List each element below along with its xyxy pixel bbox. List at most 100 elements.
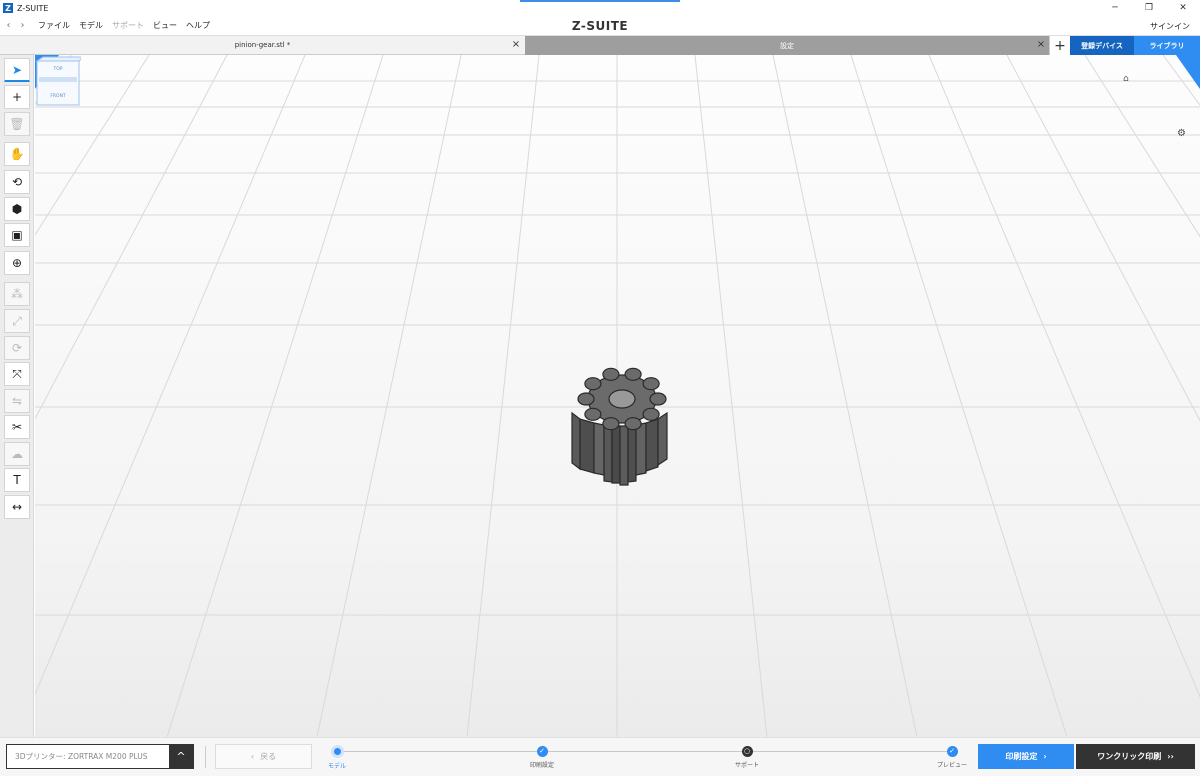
left-toolbar: ➤ + 🗑 ✋ ⟲ ⬢ ▣ ⊕ ⁂ ⤢ ⟳ ⤧ ⇋ ✂ ☁ T ↔ (0, 55, 34, 737)
cube-icon: ⬢ (11, 202, 23, 216)
back-label: 戻る (260, 752, 277, 761)
scissors-icon: ✂ (11, 420, 23, 434)
printer-selector[interactable]: 3Dプリンター: ZORTRAX M200 PLUS ^ (6, 744, 194, 769)
tab-file[interactable]: pinion-gear.stl * × (0, 36, 525, 55)
printer-label: 3Dプリンター: ZORTRAX M200 PLUS (15, 752, 148, 761)
menu-support[interactable]: サポート (112, 20, 144, 31)
gear-tooth (642, 407, 660, 421)
cube-top-label: TOP (52, 66, 62, 72)
trash-icon: 🗑 (9, 117, 25, 131)
support-step-icon: ○ (741, 746, 753, 757)
brand-logo: Z-SUITE (571, 19, 629, 33)
view-cube-tool[interactable]: ⬢ (4, 197, 30, 221)
view-cube[interactable]: TOP FRONT (35, 55, 81, 109)
step-model[interactable]: モデル (297, 738, 377, 770)
rotate-icon: ⟲ (11, 175, 23, 189)
delete-tool[interactable]: 🗑 (4, 112, 30, 136)
gear-tooth (642, 377, 660, 391)
step-support-label: サポート (734, 762, 759, 769)
close-button[interactable]: ✕ (1166, 0, 1200, 16)
menu-bar: ‹ › ファイル モデル サポート ビュー ヘルプ Z-SUITE サインイン (0, 16, 1200, 36)
step-print-settings[interactable]: ✓ 印刷設定 (502, 738, 582, 769)
measure-tool[interactable]: ↔ (4, 495, 30, 519)
move-icon: ⁂ (11, 287, 23, 301)
zoom-tool[interactable]: ⊕ (4, 251, 30, 275)
view-settings-gear-icon[interactable]: ⚙ (1177, 128, 1186, 139)
mirror-tool[interactable]: ⇋ (4, 389, 30, 413)
menu-file[interactable]: ファイル (38, 20, 70, 31)
bottom-bar: 3Dプリンター: ZORTRAX M200 PLUS ^ ‹ 戻る モデル ✓ … (0, 737, 1200, 776)
select-tool[interactable]: ➤ (4, 58, 30, 82)
add-tab-button[interactable]: + (1049, 36, 1070, 55)
window-title: Z-SUITE (17, 3, 49, 13)
back-arrow-icon[interactable]: ‹ (2, 20, 15, 31)
tab-settings-label: 設定 (780, 42, 794, 50)
rotate-view-tool[interactable]: ⟲ (4, 170, 30, 194)
chevron-right-icon: › (1043, 752, 1047, 761)
app-logo-icon: Z (3, 3, 13, 13)
gear-tooth (624, 367, 642, 381)
restore-button[interactable]: ❐ (1132, 0, 1166, 16)
camera-icon: ▣ (11, 228, 23, 242)
one-click-print-button[interactable]: ワンクリック印刷 ›› (1076, 744, 1195, 769)
title-accent-bar (520, 0, 680, 2)
gear-tooth (649, 392, 667, 406)
repair-tool[interactable]: ☁ (4, 442, 30, 466)
chevron-up-icon[interactable]: ^ (169, 745, 193, 768)
menu-help[interactable]: ヘルプ (186, 20, 210, 31)
tab-settings-close-icon[interactable]: × (1035, 39, 1047, 50)
divider (205, 746, 206, 768)
registered-devices-button[interactable]: 登録デバイス (1070, 36, 1134, 55)
gear-tooth (577, 392, 595, 406)
move-tool[interactable]: ⁂ (4, 282, 30, 306)
double-chevron-right-icon: ›› (1167, 752, 1174, 761)
camera-tool[interactable]: ▣ (4, 223, 30, 247)
home-view-icon[interactable]: ⌂ (1123, 74, 1129, 84)
mirror-icon: ⇋ (11, 394, 23, 408)
arrange-icon: ⤧ (12, 366, 22, 381)
check-icon: ✓ (536, 746, 548, 757)
chevron-left-icon: ‹ (250, 752, 255, 761)
scale-icon: ⤢ (12, 313, 22, 328)
tab-file-close-icon[interactable]: × (510, 39, 522, 50)
step-model-label: モデル (327, 763, 346, 770)
gear-tooth (602, 417, 620, 431)
auto-arrange-tool[interactable]: ⤧ (4, 362, 30, 386)
gear-model[interactable] (571, 367, 668, 486)
plus-icon: + (11, 90, 23, 104)
menu-model[interactable]: モデル (79, 20, 103, 31)
build-plate-grid (35, 55, 1200, 737)
measure-icon: ↔ (11, 500, 23, 514)
library-button[interactable]: ライブラリ (1134, 36, 1200, 55)
step-support[interactable]: ○ サポート (707, 738, 787, 769)
zoom-icon: ⊕ (11, 256, 23, 270)
text-icon: T (13, 473, 21, 487)
signin-link[interactable]: サインイン (1150, 21, 1190, 32)
add-model-tool[interactable]: + (4, 85, 30, 109)
3d-viewport[interactable]: ⌂ TOP FRONT ⚙ (35, 55, 1200, 737)
one-click-print-label: ワンクリック印刷 (1097, 752, 1162, 761)
gear-tooth (624, 417, 642, 431)
hand-icon: ✋ (9, 147, 25, 161)
check-icon: ✓ (946, 746, 958, 757)
step-print-settings-label: 印刷設定 (529, 762, 554, 769)
scale-tool[interactable]: ⤢ (4, 309, 30, 333)
gear-tooth (584, 407, 602, 421)
tab-bar: pinion-gear.stl * × 設定 × + 登録デバイス ライブラリ (0, 36, 1200, 55)
menu-view[interactable]: ビュー (153, 20, 177, 31)
minimize-button[interactable]: ─ (1098, 0, 1132, 16)
tab-settings[interactable]: 設定 × (525, 36, 1049, 55)
cube-front-label: FRONT (50, 93, 66, 99)
text-tool[interactable]: T (4, 468, 30, 492)
gear-tooth (602, 367, 620, 381)
cut-tool[interactable]: ✂ (4, 415, 30, 439)
pan-tool[interactable]: ✋ (4, 142, 30, 166)
forward-arrow-icon[interactable]: › (16, 20, 29, 31)
window-controls: ─ ❐ ✕ (1098, 0, 1200, 16)
step-model-dot (330, 745, 344, 758)
rotate-model-tool[interactable]: ⟳ (4, 336, 30, 360)
print-settings-button[interactable]: 印刷設定 › (978, 744, 1074, 769)
repair-icon: ☁ (11, 447, 23, 461)
corner-marker (1176, 55, 1200, 89)
progress-track (337, 751, 953, 752)
